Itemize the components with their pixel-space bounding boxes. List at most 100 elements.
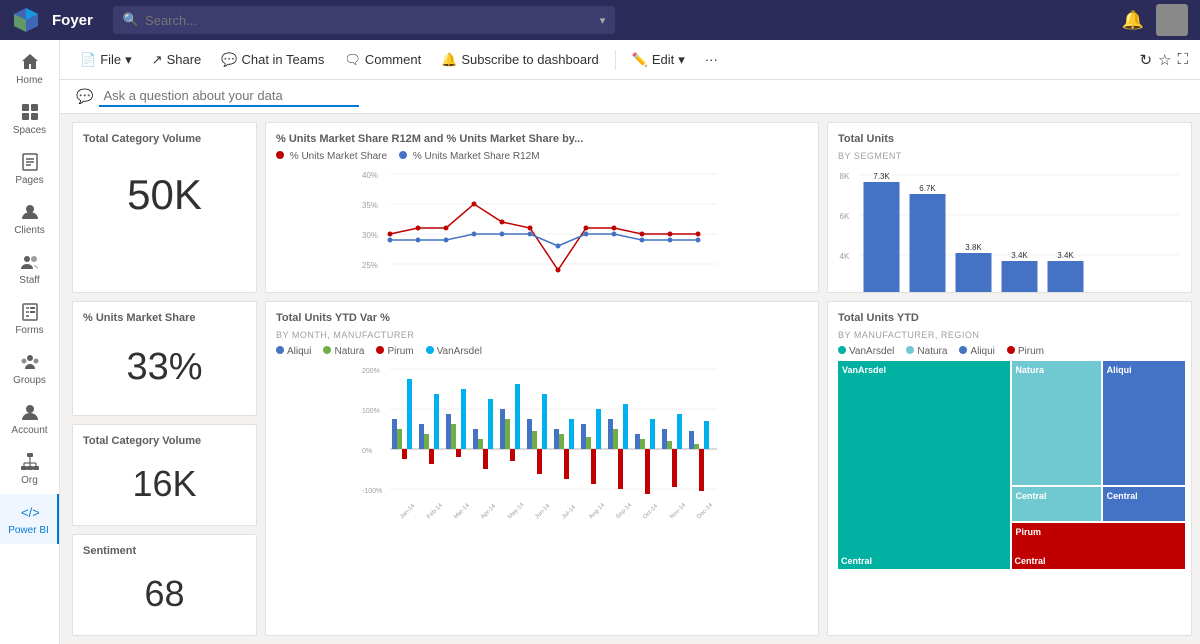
comment-icon: 🗨 [344,52,361,68]
treemap-central-aliqui: Central [1103,487,1185,521]
sidebar-item-staff[interactable]: Staff [0,244,59,294]
ask-question-input[interactable] [99,86,359,107]
ytd-var-svg: 200% 100% 0% -100% [276,361,808,531]
groups-icon [20,352,40,372]
main-layout: Home Spaces Pages Clients Staff Forms Gr… [0,40,1200,644]
file-button[interactable]: 📄 File ▾ [72,48,140,72]
total-units-subtitle: BY SEGMENT [838,151,1181,161]
legend-dot-blue [399,151,407,159]
svg-text:Dec-14: Dec-14 [696,502,714,520]
content-area: 📄 File ▾ ↗ Share 💬 Chat in Teams 🗨 Comme… [60,40,1200,644]
favorite-icon[interactable]: ☆ [1158,51,1171,69]
subscribe-label: Subscribe to dashboard [461,52,598,67]
ytd-card: Total Units YTD BY MANUFACTURER, REGION … [827,301,1192,636]
logo-icon [12,6,40,34]
sidebar-item-home[interactable]: Home [0,44,59,94]
notification-icon[interactable]: 🔔 [1122,10,1144,31]
svg-text:Feb-14: Feb-14 [426,502,444,520]
svg-text:35%: 35% [362,201,378,210]
comment-button[interactable]: 🗨 Comment [336,48,429,72]
card-title-2: Total Category Volume [83,435,246,447]
sidebar-item-account[interactable]: Account [0,394,59,444]
line-chart-svg: 40% 35% 30% 25% 20% [276,166,808,293]
refresh-icon[interactable]: ↻ [1139,51,1152,69]
toolbar: 📄 File ▾ ↗ Share 💬 Chat in Teams 🗨 Comme… [60,40,1200,80]
chat-button[interactable]: 💬 Chat in Teams [213,48,332,72]
total-category-volume-card-2: Total Category Volume 16K [72,424,257,526]
treemap-central-natura: Central [1012,487,1101,521]
svg-text:30%: 30% [362,231,378,240]
svg-text:Sep-14: Sep-14 [615,502,633,520]
ytd-legend: VanArsdel Natura Aliqui Pirum [838,346,1181,357]
treemap: VanArsdel Natura Aliqui Central Central [838,361,1181,551]
chat-label: Chat in Teams [241,52,324,67]
ytd-subtitle: BY MANUFACTURER, REGION [838,330,1181,340]
sidebar-item-label: Forms [15,325,43,336]
total-category-volume-card-1: Total Category Volume 50K [72,122,257,293]
sidebar-item-label: Spaces [13,125,46,136]
svg-text:6K: 6K [840,212,850,221]
svg-text:25%: 25% [362,261,378,270]
sidebar-item-org[interactable]: Org [0,444,59,494]
search-input[interactable] [145,13,594,28]
svg-text:Jan-14: Jan-14 [399,503,417,521]
comment-label: Comment [365,52,421,67]
file-label: File [100,52,121,67]
svg-text:100%: 100% [362,408,380,415]
svg-text:3.8K: 3.8K [965,243,982,252]
svg-text:0%: 0% [362,448,372,455]
sidebar-item-forms[interactable]: Forms [0,294,59,344]
edit-button[interactable]: ✏️ Edit ▾ [624,48,693,72]
treemap-central-pirum: Central [1012,553,1185,569]
sidebar-item-pages[interactable]: Pages [0,144,59,194]
svg-text:200%: 200% [362,368,380,375]
sidebar-item-label: Account [11,425,47,436]
pct-units-card: % Units Market Share 33% [72,301,257,416]
legend-dot-red [276,151,284,159]
treemap-central-vanarsdel: Central [838,553,1010,569]
svg-text:6.7K: 6.7K [919,184,936,193]
edit-icon: ✏️ [632,52,648,68]
legend-item-red: % Units Market Share [276,151,387,162]
subscribe-icon: 🔔 [441,52,457,68]
card-title: Total Category Volume [83,133,246,145]
sidebar-item-groups[interactable]: Groups [0,344,59,394]
app-title: Foyer [52,12,93,29]
powerbi-icon: </> [19,502,39,522]
more-button[interactable]: ··· [697,48,726,71]
svg-text:8K: 8K [840,172,850,181]
svg-text:Jun-14: Jun-14 [534,503,552,521]
sidebar-item-label: Power BI [8,525,49,536]
sidebar-item-powerbi[interactable]: </> Power BI [0,494,59,544]
svg-text:Nov-14: Nov-14 [669,502,687,520]
fullscreen-icon[interactable]: ⛶ [1177,51,1188,68]
avatar[interactable] [1156,4,1188,36]
chat-icon: 💬 [76,88,93,105]
sidebar-item-label: Home [16,75,43,86]
svg-text:Oct-14: Oct-14 [642,503,659,520]
sidebar-item-label: Staff [19,275,39,286]
total-category-volume-value-2: 16K [83,453,246,515]
search-bar[interactable]: 🔍 ▾ [113,6,615,34]
line-chart-legend: % Units Market Share % Units Market Shar… [276,151,808,162]
chevron-icon: ▾ [125,52,132,68]
svg-text:Jul-14: Jul-14 [561,504,577,520]
file-icon: 📄 [80,52,96,68]
subscribe-button[interactable]: 🔔 Subscribe to dashboard [433,48,607,72]
chevron-down-icon: ▾ [600,14,606,27]
more-icon: ··· [705,52,718,67]
svg-text:3.4K: 3.4K [1057,251,1074,260]
sidebar-item-spaces[interactable]: Spaces [0,94,59,144]
treemap-bottom-row: Central Central [838,553,1181,569]
total-units-card: Total Units BY SEGMENT 8K 6K 4K 2K 0K [827,122,1192,293]
pct-units-title: % Units Market Share [83,312,246,324]
sidebar-item-label: Clients [14,225,45,236]
ytd-var-subtitle: BY MONTH, MANUFACTURER [276,330,808,340]
svg-text:Mar-14: Mar-14 [453,502,471,520]
toolbar-separator [615,50,616,70]
sidebar-item-clients[interactable]: Clients [0,194,59,244]
svg-text:May-14: May-14 [507,502,526,521]
ask-bar: 💬 [60,80,1200,114]
share-button[interactable]: ↗ Share [144,48,210,72]
toolbar-right: ↻ ☆ ⛶ [1139,51,1188,69]
